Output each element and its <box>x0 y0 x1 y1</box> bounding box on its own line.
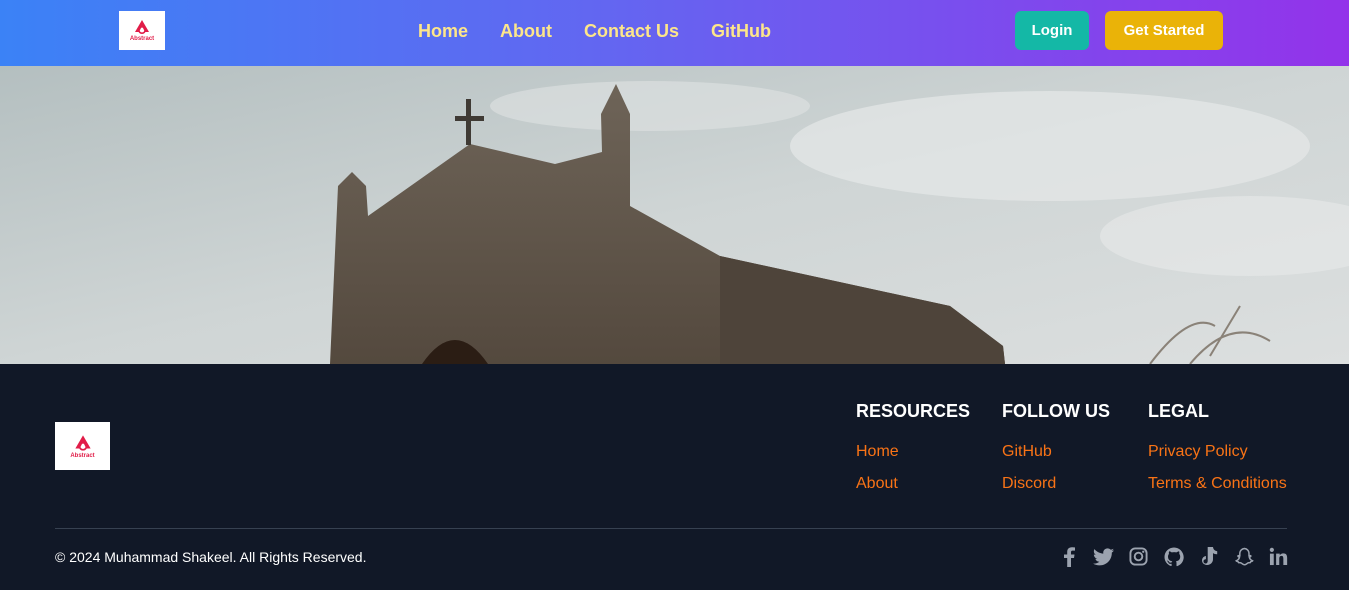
footer-column-resources: RESOURCES Home About <box>856 400 970 494</box>
linkedin-icon[interactable] <box>1268 546 1289 567</box>
column-title: FOLLOW US <box>1002 401 1110 421</box>
logo-mark-icon <box>74 434 91 451</box>
column-title: LEGAL <box>1148 401 1209 421</box>
get-started-button[interactable]: Get Started <box>1105 11 1223 50</box>
navbar: Abstract Home About Contact Us GitHub Lo… <box>0 0 1349 66</box>
login-button[interactable]: Login <box>1015 11 1089 50</box>
footer: Abstract RESOURCES Home About FOLLOW US … <box>0 364 1349 590</box>
snapchat-icon[interactable] <box>1233 546 1254 567</box>
footer-link-home[interactable]: Home <box>856 442 970 462</box>
footer-link-privacy[interactable]: Privacy Policy <box>1148 442 1287 462</box>
footer-link-discord[interactable]: Discord <box>1002 474 1110 494</box>
footer-link-terms[interactable]: Terms & Conditions <box>1148 474 1287 494</box>
logo-text: Abstract <box>129 36 155 42</box>
brand-logo[interactable]: Abstract <box>119 11 165 50</box>
social-links <box>1058 546 1289 567</box>
github-icon[interactable] <box>1163 546 1184 567</box>
footer-logo[interactable]: Abstract <box>55 422 110 470</box>
nav-link-github[interactable]: GitHub <box>711 21 771 42</box>
footer-divider <box>55 528 1287 529</box>
tiktok-icon[interactable] <box>1198 546 1219 567</box>
logo-mark-icon <box>135 20 149 35</box>
nav-link-home[interactable]: Home <box>418 21 468 42</box>
footer-link-github[interactable]: GitHub <box>1002 442 1110 462</box>
twitter-icon[interactable] <box>1093 546 1114 567</box>
footer-link-about[interactable]: About <box>856 474 970 494</box>
instagram-icon[interactable] <box>1128 546 1149 567</box>
copyright-text: © 2024 Muhammad Shakeel. All Rights Rese… <box>55 549 367 565</box>
facebook-icon[interactable] <box>1058 546 1079 567</box>
nav-links: Home About Contact Us GitHub <box>418 0 771 62</box>
hero-image <box>0 66 1349 364</box>
nav-link-about[interactable]: About <box>500 21 552 42</box>
footer-column-follow: FOLLOW US GitHub Discord <box>1002 400 1110 494</box>
logo-text: Abstract <box>70 452 95 459</box>
nav-link-contact[interactable]: Contact Us <box>584 21 679 42</box>
church-photo <box>0 66 1349 364</box>
column-title: RESOURCES <box>856 401 971 421</box>
footer-column-legal: LEGAL Privacy Policy Terms & Conditions <box>1148 400 1287 494</box>
